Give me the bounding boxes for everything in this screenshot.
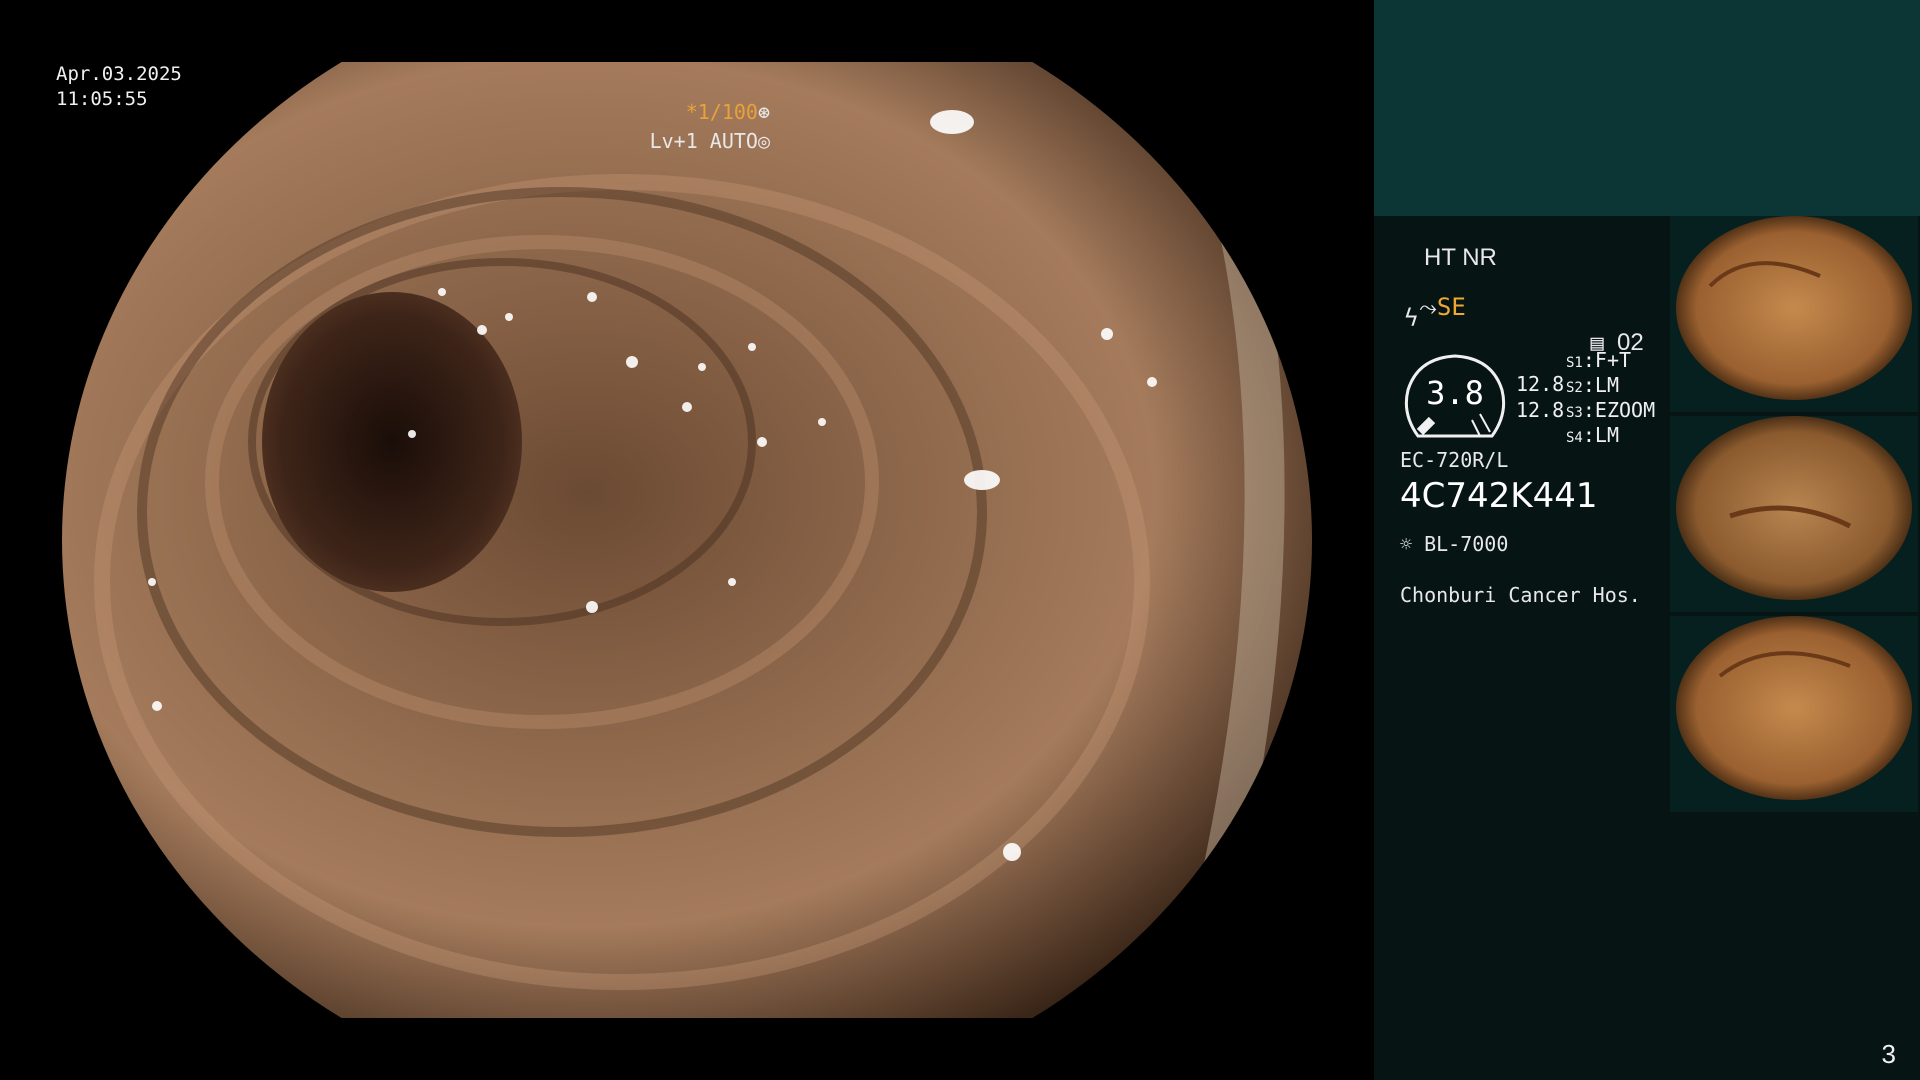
se-label: SE bbox=[1436, 293, 1466, 321]
pen-icon: ⤳ bbox=[1419, 296, 1437, 321]
switch-2-val: LM bbox=[1594, 373, 1619, 397]
level-text: Lv+1 AUTO bbox=[649, 129, 758, 153]
switch-1-key: S1 bbox=[1566, 355, 1583, 371]
endoscope-view-area: Apr.03.2025 11:05:55 *1/100⊛ Lv+1 AUTO◎ bbox=[0, 0, 1372, 1080]
hospital-name: Chonburi Cancer Hos. bbox=[1400, 583, 1641, 607]
thumbnail-1[interactable] bbox=[1670, 216, 1918, 412]
switch-4: S4:LM bbox=[1566, 423, 1619, 447]
iris-icon: ◎ bbox=[757, 129, 770, 153]
endoscope-image bbox=[62, 62, 1312, 1018]
ht-nr-label: HT NR bbox=[1424, 244, 1497, 271]
scope-model: EC-720R/L bbox=[1400, 448, 1509, 472]
switch-2: S2:LM bbox=[1566, 373, 1619, 397]
shutter-icon: ⊛ bbox=[757, 100, 770, 124]
exposure-info: *1/100⊛ Lv+1 AUTO◎ bbox=[650, 98, 770, 156]
switch-3-val: EZOOM bbox=[1594, 398, 1656, 422]
switch-1-val: F+T bbox=[1594, 348, 1632, 372]
scope-serial: 4C742K441 bbox=[1400, 476, 1598, 516]
lightning-icon: ϟ bbox=[1404, 304, 1419, 332]
gauge-value: 3.8 bbox=[1426, 374, 1484, 412]
timestamp: Apr.03.2025 11:05:55 bbox=[56, 62, 182, 112]
page-number: 3 bbox=[1881, 1039, 1896, 1069]
sun-icon: ☼ bbox=[1400, 532, 1413, 556]
shutter-text: *1/100 bbox=[685, 100, 758, 124]
switch-3-key: S3 bbox=[1566, 405, 1583, 421]
thumbnail-3[interactable] bbox=[1670, 616, 1918, 812]
date-text: Apr.03.2025 bbox=[56, 63, 182, 85]
switch-4-val: LM bbox=[1594, 423, 1619, 447]
light-source-label: BL-7000 bbox=[1424, 532, 1509, 556]
switch-2-key: S2 bbox=[1566, 380, 1583, 396]
switch-3: S3:EZOOM bbox=[1566, 398, 1656, 422]
time-text: 11:05:55 bbox=[56, 88, 148, 110]
left-value-1: 12.8 bbox=[1516, 372, 1565, 396]
thumbnail-2[interactable] bbox=[1670, 416, 1918, 612]
light-source: ☼ BL-7000 bbox=[1400, 532, 1508, 556]
switch-4-key: S4 bbox=[1566, 430, 1583, 446]
switch-1: S1:F+T bbox=[1566, 348, 1632, 372]
panel-header bbox=[1374, 0, 1920, 216]
left-value-2: 12.8 bbox=[1516, 398, 1565, 422]
